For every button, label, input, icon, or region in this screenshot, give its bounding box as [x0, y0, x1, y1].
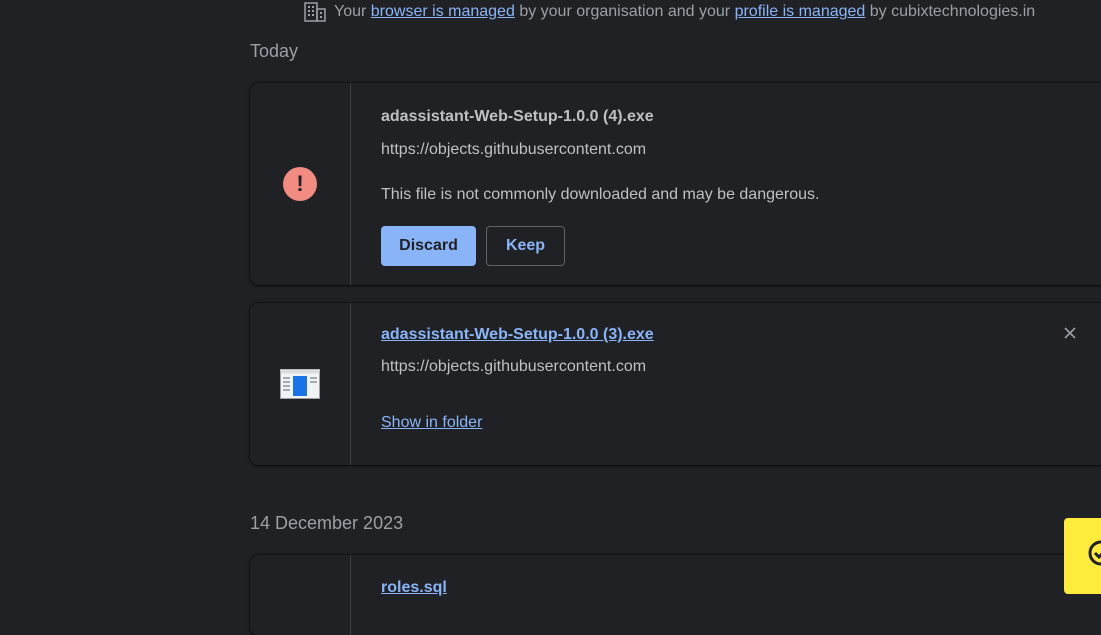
download-source-url: https://objects.githubusercontent.com: [381, 358, 647, 375]
managed-suffix: by cubixtechnologies.in: [869, 3, 1036, 20]
managed-notice: Your browser is managed by your organisa…: [304, 2, 1035, 22]
keep-button[interactable]: Keep: [486, 226, 565, 266]
managed-middle: by your organisation and your: [519, 3, 731, 20]
browser-managed-link[interactable]: browser is managed: [371, 3, 515, 20]
download-filename-link[interactable]: adassistant-Web-Setup-1.0.0 (3).exe: [381, 326, 654, 344]
managed-prefix: Your: [334, 3, 367, 20]
download-details: adassistant-Web-Setup-1.0.0 (3).exe http…: [351, 303, 1101, 465]
download-icon-column: [250, 555, 351, 635]
danger-icon: !: [283, 167, 317, 201]
download-item-dangerous: ! adassistant-Web-Setup-1.0.0 (4).exe ht…: [250, 83, 1101, 285]
download-icon-column: [250, 303, 351, 465]
date-header-today: Today: [250, 41, 299, 61]
download-filename-link[interactable]: roles.sql: [381, 579, 447, 597]
download-icon-column: !: [250, 83, 351, 285]
profile-managed-link[interactable]: profile is managed: [735, 3, 866, 20]
download-item-completed: adassistant-Web-Setup-1.0.0 (3).exe http…: [250, 303, 1101, 465]
download-filename: adassistant-Web-Setup-1.0.0 (4).exe: [381, 108, 654, 125]
floating-widget[interactable]: [1064, 518, 1101, 594]
check-circle-icon: [1088, 540, 1101, 566]
installer-file-icon: [280, 369, 320, 399]
discard-button[interactable]: Discard: [381, 226, 476, 266]
download-source-url: https://objects.githubusercontent.com: [381, 141, 647, 158]
download-details: adassistant-Web-Setup-1.0.0 (4).exe http…: [351, 83, 1101, 285]
download-item-roles-sql: roles.sql: [250, 555, 1101, 635]
show-in-folder-link[interactable]: Show in folder: [381, 414, 482, 432]
download-warning-text: This file is not commonly downloaded and…: [381, 186, 820, 203]
remove-close-icon[interactable]: [1062, 325, 1078, 341]
download-details: roles.sql: [351, 555, 1101, 635]
date-header-2023-12-14: 14 December 2023: [250, 513, 404, 533]
building-icon: [304, 2, 326, 22]
